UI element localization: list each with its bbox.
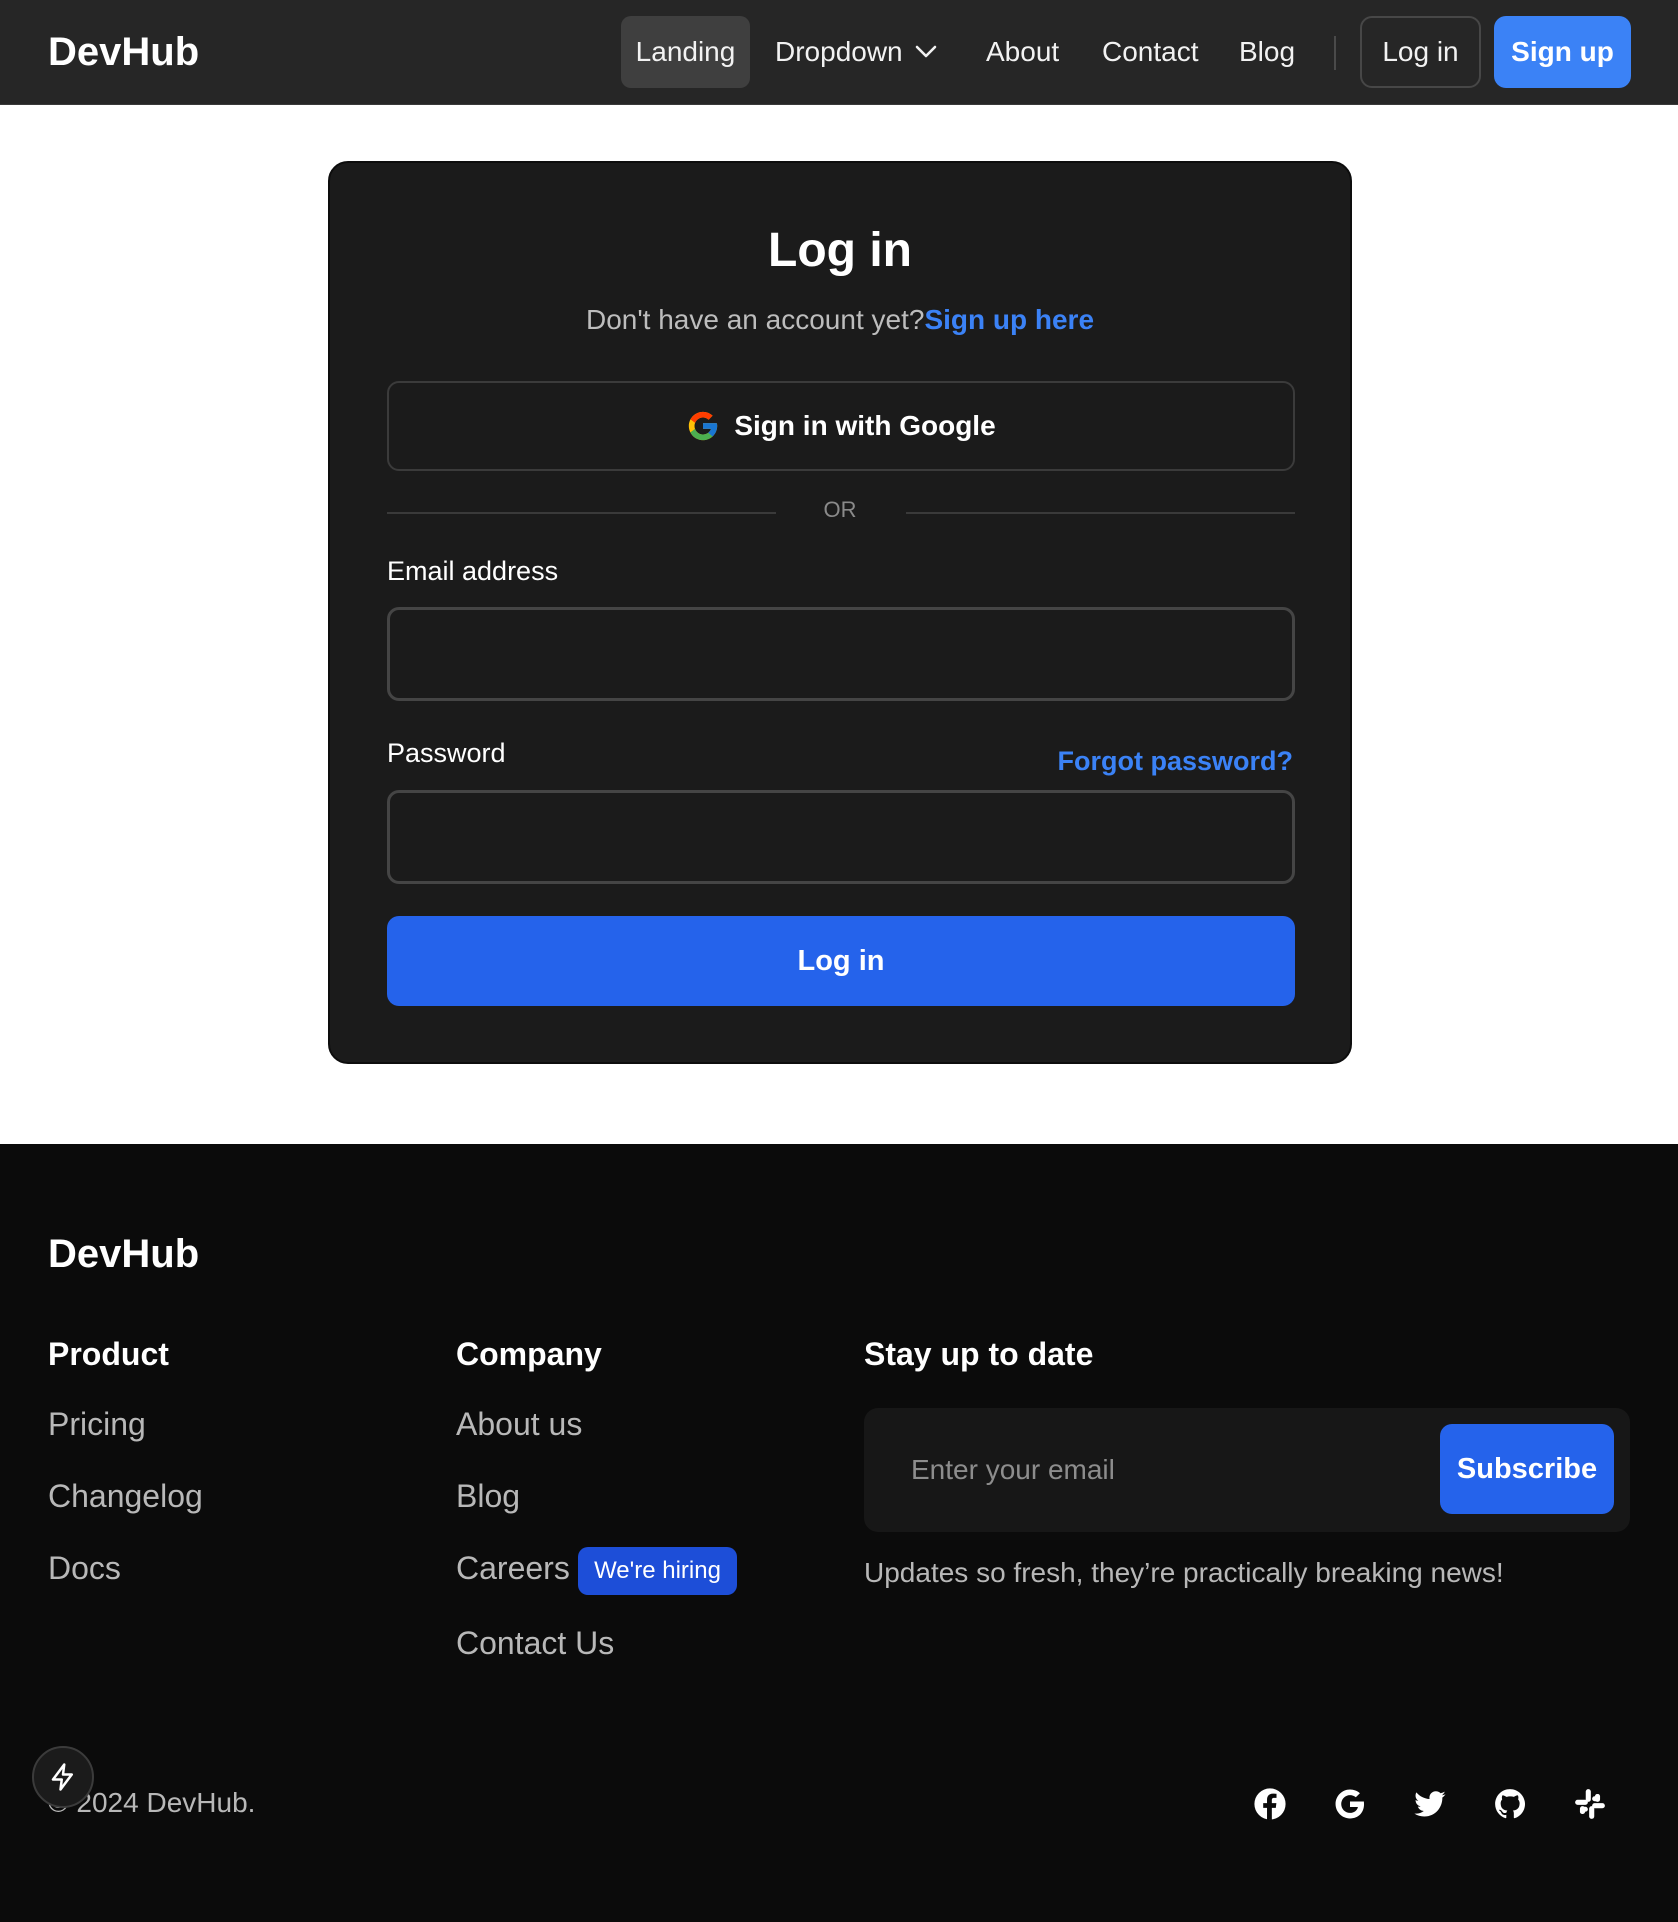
- slack-icon[interactable]: [1570, 1784, 1610, 1824]
- footer-heading-company: Company: [456, 1336, 602, 1372]
- newsletter-tagline: Updates so fresh, they’re practically br…: [864, 1557, 1504, 1588]
- footer-link-changelog[interactable]: Changelog: [48, 1478, 203, 1515]
- google-logo-icon: [686, 409, 720, 443]
- page-title: Log in: [768, 224, 912, 277]
- divider-line-right: [906, 512, 1295, 514]
- lightning-bolt-icon[interactable]: [32, 1746, 94, 1808]
- password-label: Password: [387, 738, 506, 768]
- nav-link-label: Dropdown: [775, 36, 903, 67]
- signup-button[interactable]: Sign up: [1494, 16, 1631, 88]
- nav-link-label: About: [986, 36, 1060, 67]
- login-button[interactable]: Log in: [1360, 16, 1481, 88]
- signup-prompt-text: Don't have an account yet?: [585, 304, 925, 335]
- footer-heading-newsletter: Stay up to date: [864, 1336, 1094, 1372]
- email-input[interactable]: [387, 607, 1295, 701]
- footer-link-docs[interactable]: Docs: [48, 1550, 121, 1587]
- hiring-badge[interactable]: We're hiring: [578, 1547, 737, 1595]
- github-icon[interactable]: [1490, 1784, 1530, 1824]
- nav-link-dropdown[interactable]: Dropdown: [760, 16, 952, 88]
- newsletter-form: Subscribe: [864, 1408, 1630, 1532]
- chevron-down-icon: [915, 45, 937, 59]
- nav-link-about[interactable]: About: [971, 16, 1074, 88]
- password-input[interactable]: [387, 790, 1295, 884]
- login-card: Log in Don't have an account yet?Sign up…: [328, 161, 1352, 1064]
- divider-or: OR: [823, 497, 857, 522]
- facebook-icon[interactable]: [1250, 1784, 1290, 1824]
- footer-link-about-us[interactable]: About us: [456, 1406, 582, 1443]
- nav-link-contact[interactable]: Contact: [1087, 16, 1214, 88]
- google-signin-label: Sign in with Google: [734, 410, 996, 441]
- nav-link-blog[interactable]: Blog: [1224, 16, 1310, 88]
- brand-logo[interactable]: DevHub: [48, 30, 199, 75]
- footer-heading-product: Product: [48, 1336, 169, 1372]
- footer-link-blog[interactable]: Blog: [456, 1478, 520, 1515]
- nav-link-label: Contact: [1102, 36, 1199, 67]
- footer-link-contact-us[interactable]: Contact Us: [456, 1625, 614, 1662]
- twitter-icon[interactable]: [1410, 1784, 1450, 1824]
- nav-divider: [1334, 36, 1336, 70]
- signup-link[interactable]: Sign up here: [924, 304, 1094, 335]
- nav-link-label: Landing: [635, 36, 736, 67]
- nav-link-landing[interactable]: Landing: [621, 16, 750, 88]
- navbar: DevHub Landing Dropdown About Contact Bl…: [0, 0, 1678, 105]
- footer-brand-logo[interactable]: DevHub: [48, 1232, 199, 1277]
- google-icon[interactable]: [1330, 1784, 1370, 1824]
- subscribe-button[interactable]: Subscribe: [1440, 1424, 1614, 1514]
- footer-link-pricing[interactable]: Pricing: [48, 1406, 146, 1443]
- email-label: Email address: [387, 556, 559, 586]
- footer-link-careers[interactable]: Careers: [456, 1550, 570, 1587]
- login-submit-button[interactable]: Log in: [387, 916, 1295, 1006]
- google-signin-button[interactable]: Sign in with Google: [387, 381, 1295, 471]
- newsletter-email-input[interactable]: [864, 1408, 1424, 1532]
- footer: DevHub Product Pricing Changelog Docs Co…: [0, 1144, 1678, 1922]
- signup-prompt: Don't have an account yet?Sign up here: [330, 304, 1350, 336]
- forgot-password-link[interactable]: Forgot password?: [1058, 746, 1294, 777]
- nav-link-label: Blog: [1239, 36, 1296, 67]
